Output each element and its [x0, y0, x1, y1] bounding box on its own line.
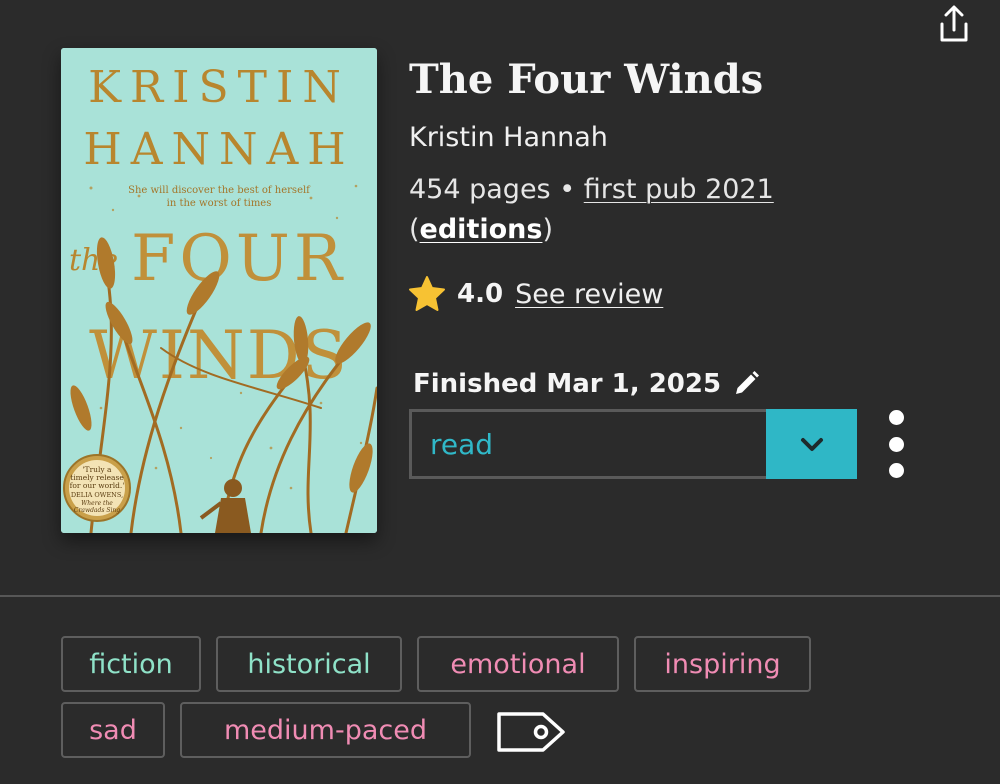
tag-fiction[interactable]: fiction: [61, 636, 201, 692]
cover-tagline-line2: in the worst of times: [167, 198, 272, 209]
more-options-button[interactable]: [876, 410, 916, 478]
edit-date-button[interactable]: [731, 369, 761, 399]
cover-art: KRISTIN HANNAH She will discover the bes…: [61, 48, 377, 533]
reading-status-select[interactable]: read: [409, 409, 857, 479]
first-pub-link[interactable]: first pub 2021: [584, 174, 774, 205]
meta-separator: •: [559, 174, 576, 205]
cover-seal-line4: DELIA OWENS,: [71, 491, 123, 499]
finished-date: Finished Mar 1, 2025: [413, 369, 722, 399]
book-title: The Four Winds: [409, 56, 764, 103]
tag-icon: [497, 712, 565, 752]
reading-status-dropdown-button[interactable]: [766, 409, 857, 479]
reading-status-value[interactable]: read: [409, 409, 766, 479]
cover-seal-line3: for our world.': [70, 481, 125, 490]
tag-historical[interactable]: historical: [216, 636, 402, 692]
editions-close-paren: ): [542, 214, 553, 245]
tag-inspiring[interactable]: inspiring: [634, 636, 811, 692]
tag-sad[interactable]: sad: [61, 702, 165, 758]
finished-row: Finished Mar 1, 2025: [413, 362, 761, 406]
book-meta: 454 pages • first pub 2021 (editions): [409, 170, 829, 250]
editions-open-paren: (: [409, 214, 420, 245]
rating-value: 4.0: [457, 279, 504, 309]
cover-title-four: FOUR: [131, 222, 346, 296]
share-icon: [940, 5, 968, 42]
add-tag-button[interactable]: [495, 708, 567, 756]
more-dot: [888, 436, 904, 452]
book-author[interactable]: Kristin Hannah: [409, 120, 608, 156]
cover-tagline-line1: She will discover the best of herself: [128, 185, 311, 196]
more-vertical-icon: [888, 410, 904, 425]
pencil-icon: [736, 371, 760, 394]
page-count: 454 pages: [409, 174, 551, 205]
tag-emotional[interactable]: emotional: [417, 636, 619, 692]
cover-seal-line6: Crawdads Sing: [74, 507, 120, 514]
section-divider: [0, 595, 1000, 597]
cover-author-line2: HANNAH: [83, 124, 354, 175]
editions-link[interactable]: editions: [420, 214, 543, 245]
chevron-down-icon: [800, 438, 823, 451]
cover-author-line1: KRISTIN: [88, 62, 350, 113]
more-dot: [888, 463, 904, 478]
share-button[interactable]: [932, 2, 976, 46]
book-cover[interactable]: KRISTIN HANNAH She will discover the bes…: [61, 48, 377, 533]
star-icon: [407, 274, 447, 314]
rating-row: 4.0 See review: [407, 272, 663, 316]
cover-seal-line5: Where the: [81, 500, 113, 507]
see-review-link[interactable]: See review: [515, 279, 663, 310]
tag-medium-paced[interactable]: medium-paced: [180, 702, 471, 758]
